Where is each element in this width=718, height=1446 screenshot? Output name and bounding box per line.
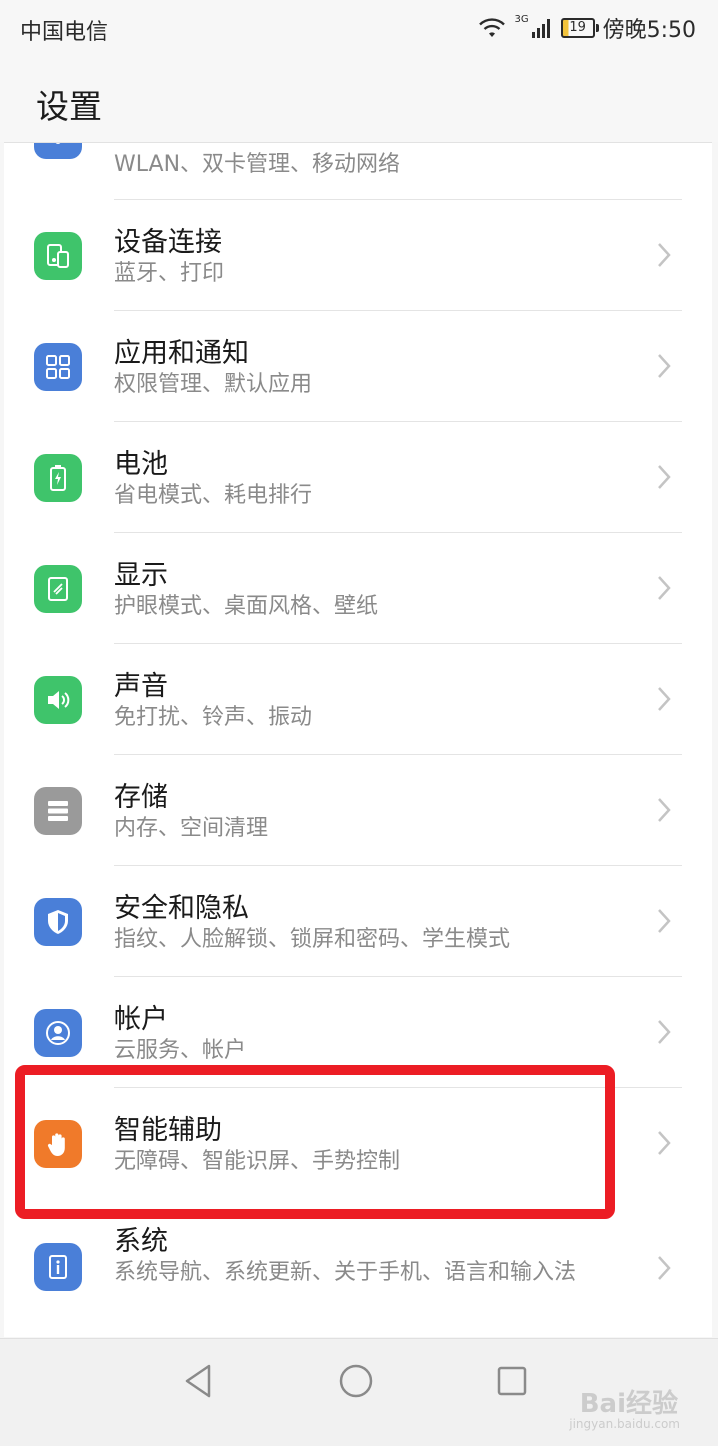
- status-icons: 3G 19 傍晚5:50: [478, 12, 696, 44]
- settings-item-subtitle: 权限管理、默认应用: [114, 372, 313, 397]
- settings-item-title: 声音: [114, 671, 168, 702]
- settings-item-subtitle: 云服务、帐户: [114, 1038, 247, 1063]
- settings-screen: 中国电信 3G 19 傍晚5:50 设置 WLAN、双卡管理、移动网络 设备连接…: [0, 0, 718, 1446]
- chevron-right-icon: [658, 1256, 671, 1280]
- chevron-right-icon: [658, 1020, 671, 1044]
- back-icon: [185, 1364, 211, 1398]
- info-icon: [34, 1243, 82, 1291]
- settings-item-subtitle: WLAN、双卡管理、移动网络: [114, 152, 401, 177]
- settings-item-apps-notifications[interactable]: 应用和通知 权限管理、默认应用: [4, 311, 712, 422]
- settings-item-security-privacy[interactable]: 安全和隐私 指纹、人脸解锁、锁屏和密码、学生模式: [4, 866, 712, 977]
- carrier-label: 中国电信: [20, 20, 109, 45]
- settings-item-title: 设备连接: [114, 227, 222, 258]
- clock: 傍晚5:50: [602, 18, 696, 43]
- back-button[interactable]: [178, 1361, 218, 1401]
- chevron-right-icon: [658, 798, 671, 822]
- battery-level: 19: [569, 20, 586, 35]
- chevron-right-icon: [658, 1131, 671, 1155]
- battery-indicator: 19: [560, 18, 599, 38]
- watermark-url: jingyan.baidu.com: [569, 1417, 680, 1431]
- device-connection-icon: [34, 232, 82, 280]
- recents-icon: [497, 1366, 527, 1396]
- settings-item-title: 显示: [114, 560, 168, 591]
- chevron-right-icon: [658, 243, 671, 267]
- settings-item-title: 系统: [114, 1226, 168, 1257]
- settings-item-subtitle: 免打扰、铃声、振动: [114, 705, 313, 730]
- signal-icon: [531, 19, 550, 38]
- shield-icon: [34, 898, 82, 946]
- wifi-icon: [479, 18, 506, 37]
- settings-item-subtitle: 指纹、人脸解锁、锁屏和密码、学生模式: [114, 927, 511, 952]
- settings-item-title: 电池: [114, 449, 168, 480]
- speaker-icon: [34, 676, 82, 724]
- settings-item-title: 应用和通知: [114, 338, 249, 369]
- display-icon: [34, 565, 82, 613]
- network-icon: [34, 143, 82, 159]
- settings-item-subtitle: 护眼模式、桌面风格、壁纸: [114, 594, 379, 619]
- chevron-right-icon: [658, 576, 671, 600]
- watermark: Bai经验: [579, 1389, 678, 1419]
- settings-item-title: 安全和隐私: [114, 893, 249, 924]
- network-type-label: 3G: [514, 13, 529, 25]
- home-icon: [339, 1364, 373, 1398]
- settings-item-subtitle: 系统导航、系统更新、关于手机、语言和输入法: [114, 1260, 577, 1285]
- page-title: 设置: [36, 87, 102, 126]
- highlight-box: [15, 1065, 615, 1219]
- settings-item-display[interactable]: 显示 护眼模式、桌面风格、壁纸: [4, 533, 712, 644]
- header: 设置: [0, 58, 718, 142]
- settings-item-battery[interactable]: 电池 省电模式、耗电排行: [4, 422, 712, 533]
- status-bar: 中国电信 3G 19 傍晚5:50: [0, 0, 718, 58]
- settings-item-wireless[interactable]: WLAN、双卡管理、移动网络: [4, 143, 712, 200]
- settings-item-title: 帐户: [114, 1004, 168, 1035]
- settings-item-subtitle: 内存、空间清理: [114, 816, 269, 841]
- settings-item-system[interactable]: 系统 系统导航、系统更新、关于手机、语言和输入法: [4, 1199, 712, 1337]
- settings-item-device-connection[interactable]: 设备连接 蓝牙、打印: [4, 200, 712, 311]
- settings-item-storage[interactable]: 存储 内存、空间清理: [4, 755, 712, 866]
- apps-grid-icon: [34, 343, 82, 391]
- storage-icon: [34, 787, 82, 835]
- settings-item-subtitle: 省电模式、耗电排行: [114, 483, 313, 508]
- chevron-right-icon: [658, 687, 671, 711]
- chevron-right-icon: [658, 354, 671, 378]
- chevron-right-icon: [658, 465, 671, 489]
- recents-button[interactable]: [492, 1361, 532, 1401]
- battery-icon: [34, 454, 82, 502]
- settings-item-subtitle: 蓝牙、打印: [114, 261, 225, 286]
- chevron-right-icon: [658, 909, 671, 933]
- home-button[interactable]: [336, 1361, 376, 1401]
- navigation-bar: Bai经验 jingyan.baidu.com: [0, 1338, 718, 1446]
- settings-item-sound[interactable]: 声音 免打扰、铃声、振动: [4, 644, 712, 755]
- account-icon: [34, 1009, 82, 1057]
- settings-item-title: 存储: [114, 782, 168, 813]
